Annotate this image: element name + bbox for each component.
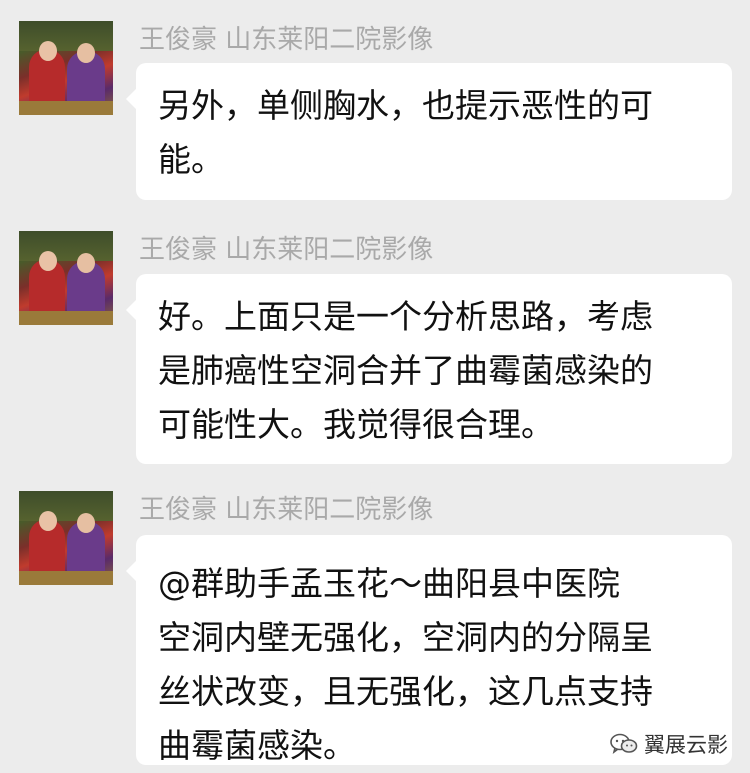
avatar[interactable] bbox=[19, 231, 113, 325]
message-line: 另外，单侧胸水，也提示恶性的可 bbox=[158, 86, 653, 125]
message-line: 好。上面只是一个分析思路，考虑 bbox=[158, 297, 653, 336]
message-line: 空洞内壁无强化，空洞内的分隔呈 bbox=[158, 618, 653, 657]
sender-name: 王俊豪 山东莱阳二院影像 bbox=[139, 25, 434, 55]
sender-name: 王俊豪 山东莱阳二院影像 bbox=[139, 495, 434, 525]
message-line: @群助手孟玉花～曲阳县中医院 bbox=[158, 564, 620, 603]
message-line: 丝状改变，且无强化，这几点支持 bbox=[158, 672, 653, 711]
message-line: 能。 bbox=[158, 140, 224, 179]
message-bubble[interactable]: 另外，单侧胸水，也提示恶性的可 能。 bbox=[126, 63, 732, 200]
sender-name: 王俊豪 山东莱阳二院影像 bbox=[139, 235, 434, 265]
wechat-icon bbox=[610, 733, 638, 755]
message-line: 可能性大。我觉得很合理。 bbox=[158, 405, 554, 444]
message-bubble[interactable]: 好。上面只是一个分析思路，考虑 是肺癌性空洞合并了曲霉菌感染的 可能性大。我觉得… bbox=[126, 274, 732, 464]
watermark: 翼展云影 bbox=[610, 729, 728, 759]
watermark-text: 翼展云影 bbox=[644, 733, 728, 757]
avatar[interactable] bbox=[19, 21, 113, 115]
message-line: 是肺癌性空洞合并了曲霉菌感染的 bbox=[158, 351, 653, 390]
avatar[interactable] bbox=[19, 491, 113, 585]
